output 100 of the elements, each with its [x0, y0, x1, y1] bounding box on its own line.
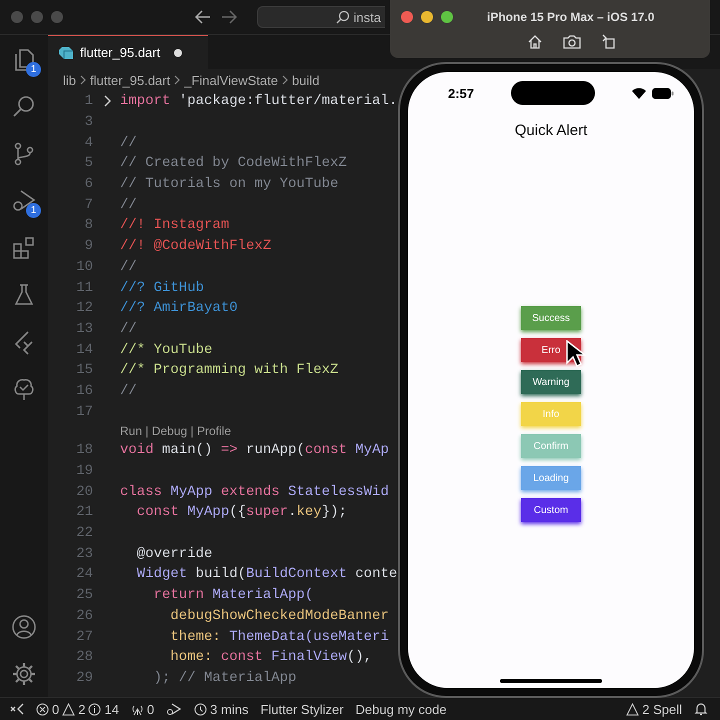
code-token: ({ — [229, 504, 246, 520]
command-search-field[interactable]: insta — [257, 6, 385, 28]
alert-button[interactable]: Custom — [521, 498, 581, 522]
tab-label: flutter_95.dart — [80, 45, 160, 60]
code-token: const — [136, 504, 179, 520]
editor-tab[interactable]: flutter_95.dart — [48, 35, 208, 69]
line-number: 21 — [75, 504, 94, 520]
line-number: 6 — [84, 176, 94, 192]
debug-icon[interactable] — [166, 702, 182, 716]
line-number: 16 — [75, 382, 94, 399]
line-number: 7 — [84, 196, 94, 213]
search-icon — [336, 10, 350, 24]
line-number: 23 — [75, 546, 94, 562]
spell-indicator[interactable]: 2 Spell — [626, 702, 682, 716]
code-token: StatelessWid — [287, 484, 389, 500]
codelens-separator: | — [190, 424, 195, 438]
code-token: //? GitHub — [120, 280, 204, 296]
status-time: 2:57 — [448, 86, 474, 100]
breadcrumb-item[interactable]: lib — [63, 72, 76, 88]
code-token: => — [220, 442, 238, 458]
line-number: 8 — [84, 217, 94, 234]
mouse-pointer-icon — [566, 340, 586, 368]
code-token: void — [120, 442, 154, 458]
back-arrow-icon[interactable] — [195, 10, 211, 24]
code-token: //? AmirBayat0 — [120, 300, 238, 316]
breadcrumb-item[interactable]: _FinalViewState — [184, 72, 278, 88]
code-token: (), — [346, 649, 372, 666]
line-number: 19 — [75, 463, 94, 480]
code-token: class — [120, 484, 162, 500]
code-token: //* YouTube — [120, 342, 212, 358]
code-token: MyAp — [354, 442, 389, 458]
line-number: 29 — [75, 670, 94, 686]
remote-icon[interactable] — [10, 702, 24, 716]
code-token: return — [152, 587, 204, 604]
codelens-link[interactable]: Debug — [152, 424, 188, 438]
code-token: . — [288, 504, 296, 520]
code-token: //! @CodeWithFlexZ — [120, 238, 272, 254]
code-token: // Created by CodeWithFlexZ — [120, 155, 347, 172]
line-number: 14 — [75, 342, 94, 358]
codelens-separator: | — [144, 424, 150, 438]
forward-arrow-icon[interactable] — [221, 10, 237, 24]
code-token: //! Instagram — [120, 217, 230, 234]
line-number: 9 — [84, 238, 94, 254]
code-token: // — [120, 382, 137, 399]
home-icon[interactable] — [527, 34, 543, 50]
settings-icon[interactable] — [11, 661, 37, 687]
code-token: MyApp — [186, 504, 230, 520]
simulator-title: iPhone 15 Pro Max – iOS 17.0 — [487, 10, 654, 24]
extensions-icon[interactable] — [11, 235, 37, 261]
codelens-link[interactable]: Run — [120, 424, 142, 438]
codelens-link[interactable]: Profile — [196, 424, 231, 438]
code-token: @override — [136, 546, 212, 562]
screenshot-camera-icon[interactable] — [563, 34, 581, 50]
line-number: 15 — [75, 362, 94, 378]
code-token: Widget — [136, 566, 188, 582]
line-number: 10 — [75, 258, 94, 275]
status-item[interactable]: Debug my code — [356, 702, 447, 716]
breadcrumb-item[interactable]: build — [292, 72, 320, 88]
problems-indicator[interactable]: 0 2 14 — [36, 702, 119, 716]
account-icon[interactable] — [11, 614, 37, 640]
code-token: // — [120, 196, 137, 213]
line-number: 22 — [75, 525, 94, 542]
fold-chevron-icon[interactable] — [104, 95, 112, 108]
minimize-window-button[interactable] — [421, 11, 433, 23]
line-number: 28 — [75, 649, 94, 666]
notification-badge: 1 — [26, 62, 41, 77]
code-token: theme: — [169, 628, 222, 645]
line-number: 12 — [75, 300, 94, 316]
code-token: key — [296, 504, 322, 520]
line-number: 17 — [75, 404, 94, 420]
bell-icon[interactable] — [694, 702, 708, 716]
alert-button[interactable]: Warning — [521, 370, 581, 394]
code-token: BuildContext — [246, 566, 347, 582]
line-number: 13 — [75, 320, 94, 337]
code-token: ThemeData(useMateri — [229, 628, 389, 645]
rotate-icon[interactable] — [601, 34, 617, 50]
chevron-icon — [282, 75, 288, 85]
breadcrumb-item[interactable]: flutter_95.dart — [90, 72, 170, 88]
line-number: 24 — [75, 566, 94, 582]
line-number: 27 — [75, 628, 94, 645]
line-number: 1 — [84, 93, 94, 110]
ports-indicator[interactable]: 0 — [130, 702, 154, 716]
code-token: ); // MaterialApp — [152, 670, 296, 686]
code-token: super — [246, 504, 288, 520]
zoom-window-button[interactable] — [441, 11, 453, 23]
code-token: debugShowCheckedModeBanner — [169, 608, 389, 624]
code-token: build( — [194, 566, 246, 582]
status-item[interactable]: Flutter Stylizer — [260, 702, 344, 716]
notification-badge: 1 — [26, 203, 41, 218]
code-token: main() — [161, 442, 214, 458]
line-number: 4 — [84, 134, 94, 151]
line-number: 25 — [75, 587, 94, 604]
timer-indicator[interactable]: 3 mins — [194, 702, 248, 716]
code-token: // Tutorials on my YouTube — [120, 176, 338, 192]
close-window-button[interactable] — [401, 11, 413, 23]
line-number: 26 — [75, 608, 94, 624]
code-token: import — [120, 93, 170, 110]
chevron-icon — [80, 75, 86, 85]
code-token: 'package:flutter/material. — [178, 93, 398, 110]
code-token: // — [120, 258, 137, 275]
